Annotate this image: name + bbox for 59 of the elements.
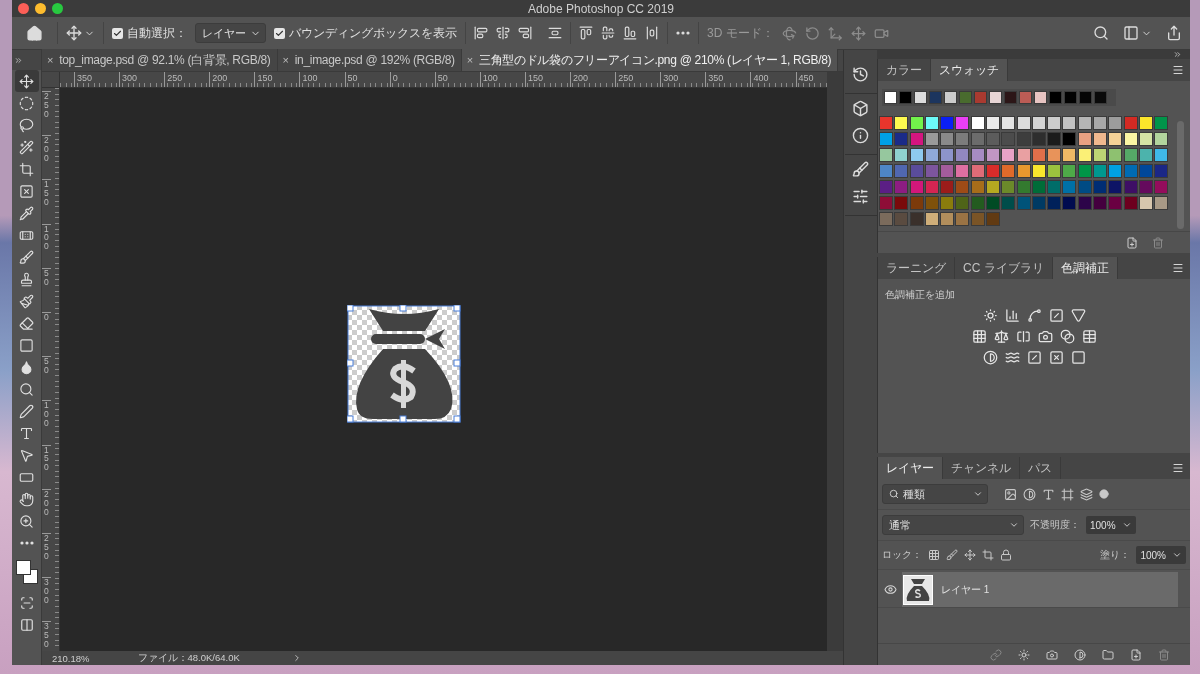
tab-label: 三角型のドル袋のフリーアイコン.png @ 210% (レイヤー 1, RGB/8) [478, 51, 832, 69]
file-size: ファイル：48.0K/64.0K [137, 651, 240, 665]
close-tab-button[interactable]: × [466, 54, 473, 66]
window-title: Adobe Photoshop CC 2019 [527, 1, 675, 16]
layer-filter-dropdown[interactable]: 種類 [882, 484, 988, 504]
layer-row[interactable]: レイヤー 1 [902, 572, 1178, 607]
panel-tab[interactable]: 色調補正 [1052, 257, 1118, 279]
close-tab-button[interactable]: × [282, 54, 289, 66]
ruler-label: 250 [615, 72, 661, 87]
lock-label: ロック： [882, 548, 922, 562]
ruler-label: 250 [42, 532, 51, 578]
panel-tab[interactable]: レイヤー [878, 457, 943, 479]
tab-label: in_image.psd @ 192% (RGB/8) [294, 53, 455, 67]
ruler-label: 0 [389, 72, 435, 87]
auto-select-dropdown[interactable]: レイヤー [195, 23, 266, 43]
3d-mode-label: 3D モード： [707, 24, 774, 42]
ruler-label: 300 [660, 72, 706, 87]
ruler-label: 50 [42, 267, 51, 312]
close-tab-button[interactable]: × [47, 54, 54, 66]
panel-heading: 色調補正を追加 [884, 288, 956, 302]
ruler-label: 50 [434, 72, 480, 87]
ruler-label: 350 [74, 72, 120, 87]
ruler-label: 100 [299, 72, 345, 87]
ruler-label: 350 [705, 72, 751, 87]
opacity-field[interactable]: 100% [1086, 516, 1136, 534]
document-tab[interactable]: × in_image.psd @ 192% (RGB/8) [277, 49, 462, 71]
ruler-label: 150 [524, 72, 571, 87]
ruler-label: 250 [42, 91, 51, 136]
ruler-label: 100 [42, 400, 51, 445]
layer-name: レイヤー 1 [941, 582, 990, 597]
bounding-box-label: バウンディングボックスを表示 [289, 24, 457, 42]
ruler-label: 150 [42, 179, 51, 224]
document-tab[interactable]: × 三角型のドル袋のフリーアイコン.png @ 210% (レイヤー 1, RGB/8) [461, 49, 839, 71]
ruler-label: 300 [42, 577, 51, 622]
panel-tab[interactable]: スウォッチ [931, 59, 1008, 81]
ruler-label: 100 [42, 223, 51, 268]
ruler-label: 150 [42, 444, 51, 489]
ruler-label: 200 [42, 135, 51, 180]
fill-label: 塗り： [1100, 548, 1131, 562]
ruler-label: 150 [254, 72, 300, 87]
blend-mode-dropdown[interactable]: 通常 [882, 515, 1024, 535]
filter-value: 種類 [903, 486, 926, 502]
zoom-level: 210.18% [52, 652, 90, 664]
ruler-label: 200 [42, 488, 51, 533]
auto-select-label: 自動選択： [127, 24, 187, 42]
ruler-label: 400 [750, 72, 796, 87]
tab-label: top_image.psd @ 92.1% (白背景, RGB/8) [59, 51, 271, 69]
ruler-label: 0 [42, 311, 51, 357]
ruler-label: 250 [164, 72, 210, 87]
ruler-label: 50 [344, 72, 390, 87]
ruler-label: 350 [42, 621, 51, 649]
ruler-label: 200 [209, 72, 255, 87]
ruler-label: 100 [479, 72, 525, 87]
ruler-label: 200 [570, 72, 616, 87]
document-tab[interactable]: × top_image.psd @ 92.1% (白背景, RGB/8) [42, 49, 278, 71]
fill-field[interactable]: 100% [1136, 546, 1186, 564]
opacity-label: 不透明度： [1030, 518, 1080, 532]
ruler-label: 50 [42, 356, 51, 401]
ruler-label: 300 [119, 72, 165, 87]
